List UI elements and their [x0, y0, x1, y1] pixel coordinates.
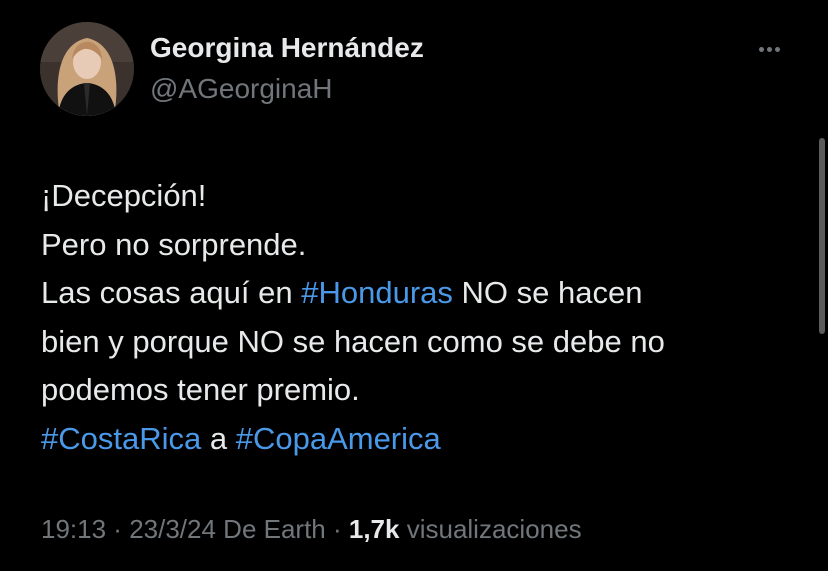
hashtag-link-copaamerica[interactable]: #CopaAmerica [236, 421, 441, 456]
tweet-line: #CostaRica a #CopaAmerica [41, 415, 801, 464]
views-count: 1,7k [348, 514, 400, 544]
profile-photo [40, 22, 134, 116]
tweet-text-segment: a [201, 420, 236, 456]
tweet-date[interactable]: 23/3/24 [129, 514, 216, 544]
tweet-text: ¡Decepción! Pero no sorprende. Las cosas… [41, 172, 801, 463]
more-dots-icon [766, 46, 772, 52]
tweet-line: ¡Decepción! [41, 178, 207, 213]
scrollbar[interactable] [819, 138, 825, 334]
avatar[interactable] [40, 22, 134, 116]
hashtag-link-costarica[interactable]: #CostaRica [41, 421, 201, 456]
more-dots-icon [774, 46, 780, 52]
views-label: visualizaciones [399, 514, 582, 544]
more-dots-icon [758, 46, 764, 52]
tweet-source: De Earth [215, 514, 326, 544]
tweet-line: bien y porque NO se hacen como se debe n… [41, 323, 665, 359]
tweet-line: podemos tener premio. [41, 372, 360, 407]
separator: · [325, 514, 349, 544]
tweet-text-segment: NO se hacen [452, 275, 643, 310]
separator: · [106, 514, 130, 544]
tweet-line: Las cosas aquí en #Honduras NO se hacen [41, 269, 801, 318]
tweet-line: Pero no sorprende. [41, 226, 307, 262]
tweet-text-segment: Las cosas aquí en [41, 275, 302, 310]
hashtag-link-honduras[interactable]: #Honduras [301, 275, 453, 310]
user-handle[interactable]: @AGeorginaH [150, 73, 333, 105]
tweet-metadata: 19:13 · 23/3/24 De Earth · 1,7k visualiz… [41, 514, 582, 545]
tweet-time[interactable]: 19:13 [41, 514, 106, 544]
more-options-button[interactable] [752, 36, 786, 62]
display-name[interactable]: Georgina Hernández [150, 32, 424, 64]
